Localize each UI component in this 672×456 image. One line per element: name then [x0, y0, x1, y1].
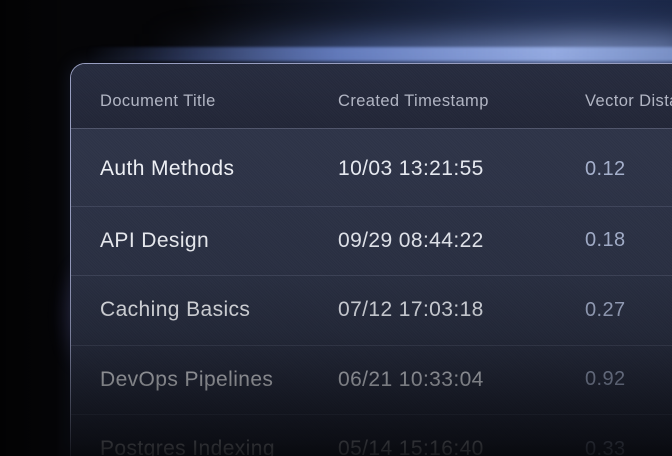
left-vignette — [0, 0, 70, 456]
cell-vector-distance: 0.33 — [585, 438, 672, 456]
page-background: Document Title Created Timestamp Vector … — [0, 0, 672, 456]
table-header-row: Document Title Created Timestamp Vector … — [71, 64, 672, 129]
cell-vector-distance: 0.92 — [585, 368, 672, 391]
documents-table: Document Title Created Timestamp Vector … — [70, 63, 672, 456]
column-header-created-timestamp: Created Timestamp — [338, 92, 585, 111]
cell-document-title: Postgres Indexing — [100, 437, 338, 456]
top-edge-glow — [86, 47, 672, 61]
cell-vector-distance: 0.12 — [585, 158, 672, 181]
column-header-vector-distance: Vector Distance — [585, 92, 672, 111]
cell-document-title: DevOps Pipelines — [100, 368, 338, 392]
cell-document-title: Auth Methods — [100, 157, 338, 181]
cell-vector-distance: 0.18 — [585, 229, 672, 252]
cell-document-title: API Design — [100, 229, 338, 253]
table-row[interactable]: Auth Methods 10/03 13:21:55 0.12 — [71, 129, 672, 206]
cell-vector-distance: 0.27 — [585, 299, 672, 322]
cell-created-timestamp: 07/12 17:03:18 — [338, 298, 585, 322]
cell-document-title: Caching Basics — [100, 298, 338, 322]
column-header-document-title: Document Title — [100, 92, 338, 111]
table-row[interactable]: API Design 09/29 08:44:22 0.18 — [71, 206, 672, 276]
table-row[interactable]: Caching Basics 07/12 17:03:18 0.27 — [71, 275, 672, 345]
table-body: Auth Methods 10/03 13:21:55 0.12 API Des… — [71, 129, 672, 456]
table-row[interactable]: DevOps Pipelines 06/21 10:33:04 0.92 — [71, 345, 672, 415]
cell-created-timestamp: 06/21 10:33:04 — [338, 368, 585, 392]
cell-created-timestamp: 09/29 08:44:22 — [338, 229, 585, 253]
table-row[interactable]: Postgres Indexing 05/14 15:16:40 0.33 — [71, 414, 672, 456]
cell-created-timestamp: 05/14 15:16:40 — [338, 437, 585, 456]
cell-created-timestamp: 10/03 13:21:55 — [338, 157, 585, 181]
